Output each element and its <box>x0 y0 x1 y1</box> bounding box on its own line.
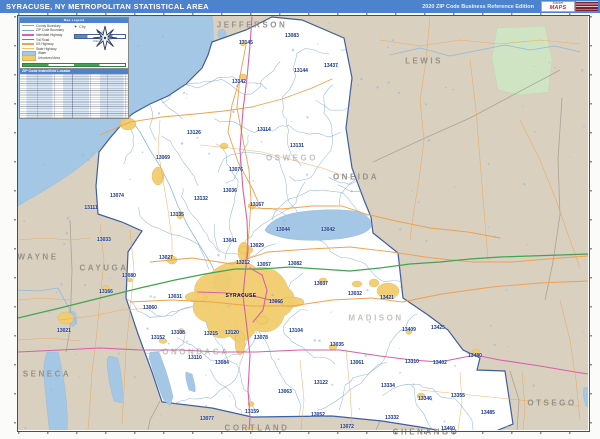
kilometers-scale-bar <box>22 62 126 67</box>
legend-label: Interstate Highway <box>36 32 63 37</box>
legend-label: US Highway <box>36 42 54 47</box>
legend-label: Urbanized Area <box>38 55 60 60</box>
legend-swatch <box>22 38 34 41</box>
compass-rose-icon <box>92 25 118 51</box>
state-forest <box>491 25 553 96</box>
legend-swatch <box>22 48 34 50</box>
grid-ticks-right <box>590 16 592 430</box>
title-bar: SYRACUSE, NY METROPOLITAN STATISTICAL AR… <box>0 0 600 13</box>
city-symbol-icon: ✦ <box>74 24 78 29</box>
legend-swatch <box>22 55 36 61</box>
legend-swatch <box>22 43 34 45</box>
legend-label: ZIP Code Boundary <box>36 28 64 33</box>
legend-swatch <box>22 34 34 36</box>
legend-label: County Boundary <box>36 23 61 28</box>
marketmaps-logo: Market MAPS <box>541 1 598 12</box>
legend-label: Water <box>38 51 47 56</box>
legend-city-label: City <box>78 24 86 29</box>
legend-swatch <box>22 25 34 27</box>
zip-index-rows <box>20 74 128 118</box>
legend-label: Toll Road <box>36 37 50 42</box>
grid-ticks-bottom <box>18 432 588 434</box>
legend-label: State Highway <box>36 46 57 51</box>
page-title: SYRACUSE, NY METROPOLITAN STATISTICAL AR… <box>6 2 209 11</box>
map-page: SYRACUSE, NY METROPOLITAN STATISTICAL AR… <box>0 0 600 439</box>
logo-info-box <box>576 1 598 12</box>
legend-swatch <box>22 29 34 31</box>
grid-ticks-left <box>14 16 16 430</box>
grid-ticks-top <box>18 13 588 15</box>
legend-items: County Boundary ZIP Code Boundary Intersta… <box>22 24 74 61</box>
edition-label: 2020 ZIP Code Business Reference Edition <box>422 3 534 10</box>
logo-word: MAPS <box>549 4 567 11</box>
legend-row: Urbanized Area <box>22 55 74 61</box>
zip-index-panel: ZIP Code Index/Grid Locator <box>19 68 129 119</box>
